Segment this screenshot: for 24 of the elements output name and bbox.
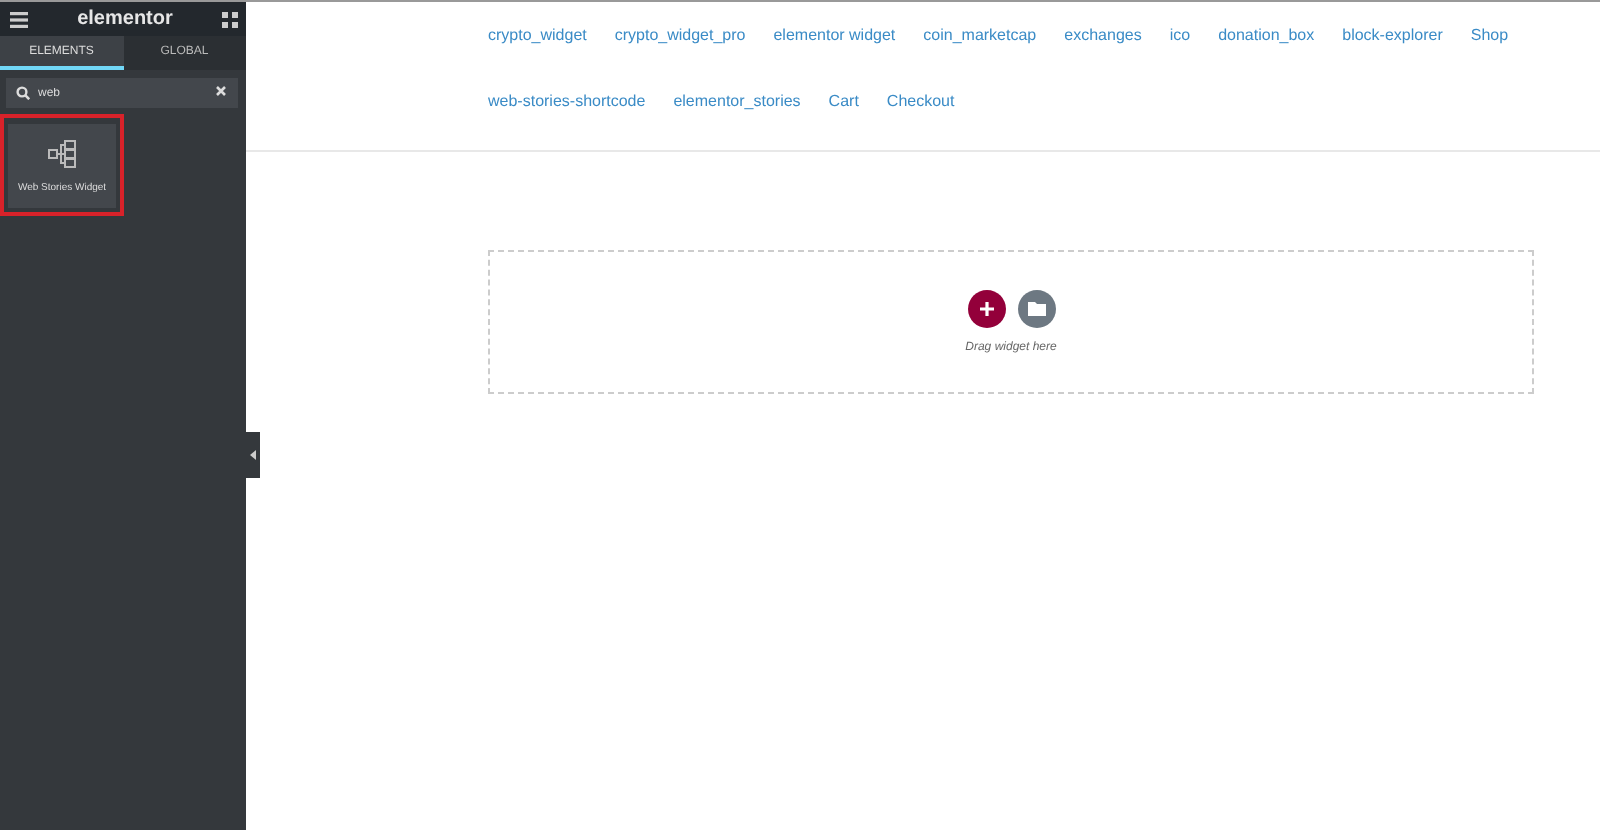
widget-icon: [48, 139, 76, 167]
plus-icon: [979, 302, 993, 316]
menu-link[interactable]: Checkout: [886, 92, 955, 110]
menu-link[interactable]: web-stories-shortcode: [488, 92, 646, 110]
collapse-handle[interactable]: [246, 432, 260, 478]
logo-text: elementor: [77, 8, 173, 30]
menu-link[interactable]: Cart: [828, 92, 859, 110]
menu-link[interactable]: block-explorer: [1342, 26, 1443, 44]
menu-link[interactable]: crypto_widget_pro: [614, 26, 746, 44]
menu-link[interactable]: exchanges: [1064, 26, 1142, 44]
caret-icon: [250, 450, 256, 460]
menu-link[interactable]: coin_marketcap: [923, 26, 1037, 44]
menu-icon[interactable]: [10, 11, 28, 27]
menu-link[interactable]: ico: [1169, 26, 1191, 44]
folder-icon: [1027, 302, 1045, 316]
menu-link[interactable]: crypto_widget: [488, 26, 587, 44]
menu-link[interactable]: elementor_stories: [673, 92, 801, 110]
template-button[interactable]: [1017, 290, 1055, 328]
add-section-button[interactable]: [967, 290, 1005, 328]
menu-link[interactable]: elementor widget: [773, 26, 896, 44]
clear-icon[interactable]: [216, 86, 226, 96]
menu-link[interactable]: Shop: [1470, 26, 1509, 44]
menu-link[interactable]: donation_box: [1218, 26, 1315, 44]
grid-icon[interactable]: [221, 11, 238, 27]
